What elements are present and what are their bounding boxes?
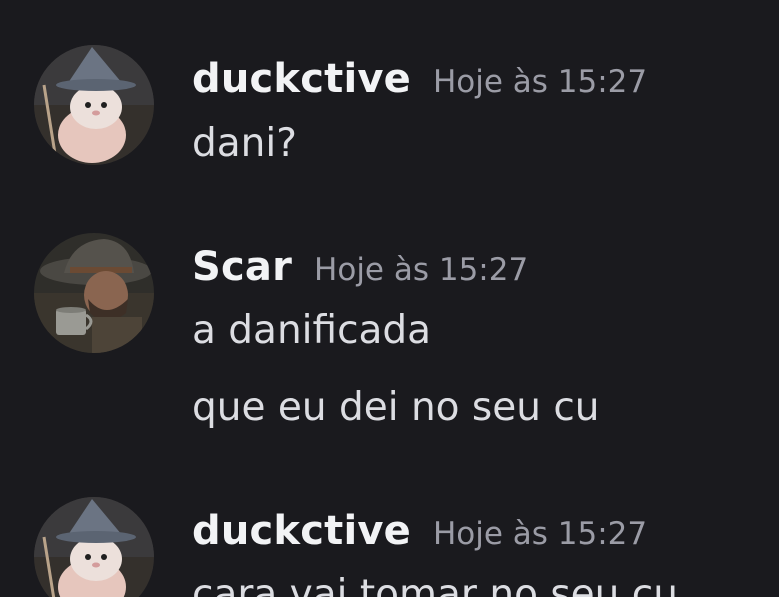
- avatar[interactable]: [34, 45, 154, 165]
- message-text: cara vai tomar no seu cu: [192, 572, 678, 597]
- avatar[interactable]: [34, 497, 154, 597]
- timestamp[interactable]: Hoje às 15:27: [433, 516, 647, 552]
- username[interactable]: duckctive: [192, 508, 411, 554]
- message-header: Scar Hoje às 15:27: [192, 244, 528, 290]
- timestamp[interactable]: Hoje às 15:27: [433, 64, 647, 100]
- message-text: que eu dei no seu cu: [192, 385, 600, 430]
- message-header: duckctive Hoje às 15:27: [192, 56, 647, 102]
- wizard-cat-avatar-icon: [34, 497, 154, 597]
- avatar[interactable]: [34, 233, 154, 353]
- username[interactable]: Scar: [192, 244, 292, 290]
- username[interactable]: duckctive: [192, 56, 411, 102]
- timestamp[interactable]: Hoje às 15:27: [314, 252, 528, 288]
- message-text: dani?: [192, 121, 297, 166]
- message-header: duckctive Hoje às 15:27: [192, 508, 647, 554]
- cowboy-avatar-icon: [34, 233, 154, 353]
- wizard-cat-avatar-icon: [34, 45, 154, 165]
- message-text: a danificada: [192, 308, 432, 353]
- chat-message-list: duckctive Hoje às 15:27 dani? Scar Hoje às…: [0, 0, 779, 597]
